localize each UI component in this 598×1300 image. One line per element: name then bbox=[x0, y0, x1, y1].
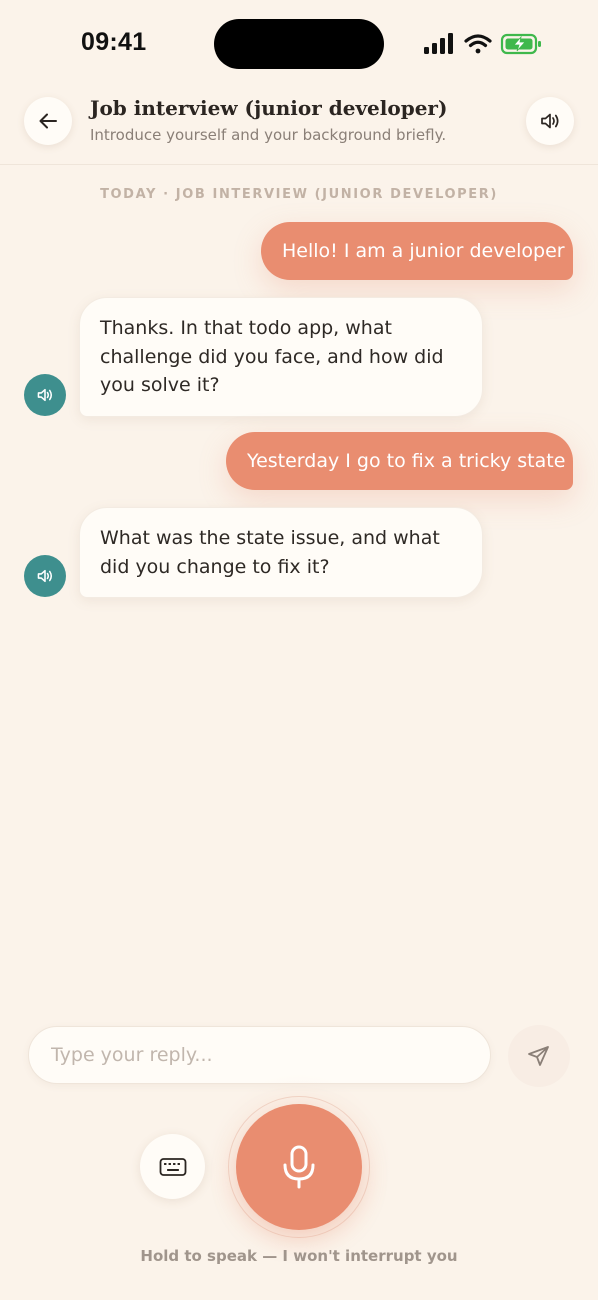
battery-charging-icon bbox=[500, 33, 541, 55]
assistant-message-bubble: Thanks. In that todo app, what challenge… bbox=[79, 297, 483, 417]
speaker-icon bbox=[37, 569, 53, 583]
hold-to-speak-hint: Hold to speak — I won't interrupt you bbox=[140, 1247, 458, 1265]
keyboard-button[interactable] bbox=[140, 1134, 205, 1199]
send-button[interactable] bbox=[508, 1025, 570, 1087]
dynamic-island bbox=[214, 19, 384, 69]
assistant-message-bubble: What was the state issue, and what did y… bbox=[79, 507, 483, 598]
speaker-icon bbox=[37, 388, 53, 402]
send-icon bbox=[528, 1046, 549, 1066]
status-bar: 09:41 bbox=[0, 0, 598, 90]
status-time: 09:41 bbox=[81, 28, 147, 56]
reply-input[interactable] bbox=[28, 1026, 491, 1084]
header: Job interview (junior developer) Introdu… bbox=[0, 90, 598, 165]
wifi-icon bbox=[464, 34, 492, 54]
page-title: Job interview (junior developer) bbox=[90, 96, 448, 120]
play-message-button[interactable] bbox=[24, 374, 66, 416]
arrow-left-icon bbox=[39, 113, 57, 129]
microphone-icon bbox=[283, 1145, 315, 1189]
play-message-button[interactable] bbox=[24, 555, 66, 597]
signal-icon bbox=[424, 33, 453, 54]
user-message-bubble: Hello! I am a junior developer bbox=[261, 222, 573, 280]
speaker-icon bbox=[541, 113, 559, 129]
status-icons bbox=[422, 32, 546, 56]
keyboard-icon bbox=[159, 1157, 186, 1176]
page-subtitle: Introduce yourself and your background b… bbox=[90, 126, 447, 144]
back-button[interactable] bbox=[24, 97, 72, 145]
header-sound-button[interactable] bbox=[526, 97, 574, 145]
date-separator: TODAY · JOB INTERVIEW (JUNIOR DEVELOPER) bbox=[100, 187, 498, 202]
hold-to-speak-button[interactable] bbox=[236, 1104, 362, 1230]
user-message-bubble: Yesterday I go to fix a tricky state bbox=[226, 432, 573, 490]
